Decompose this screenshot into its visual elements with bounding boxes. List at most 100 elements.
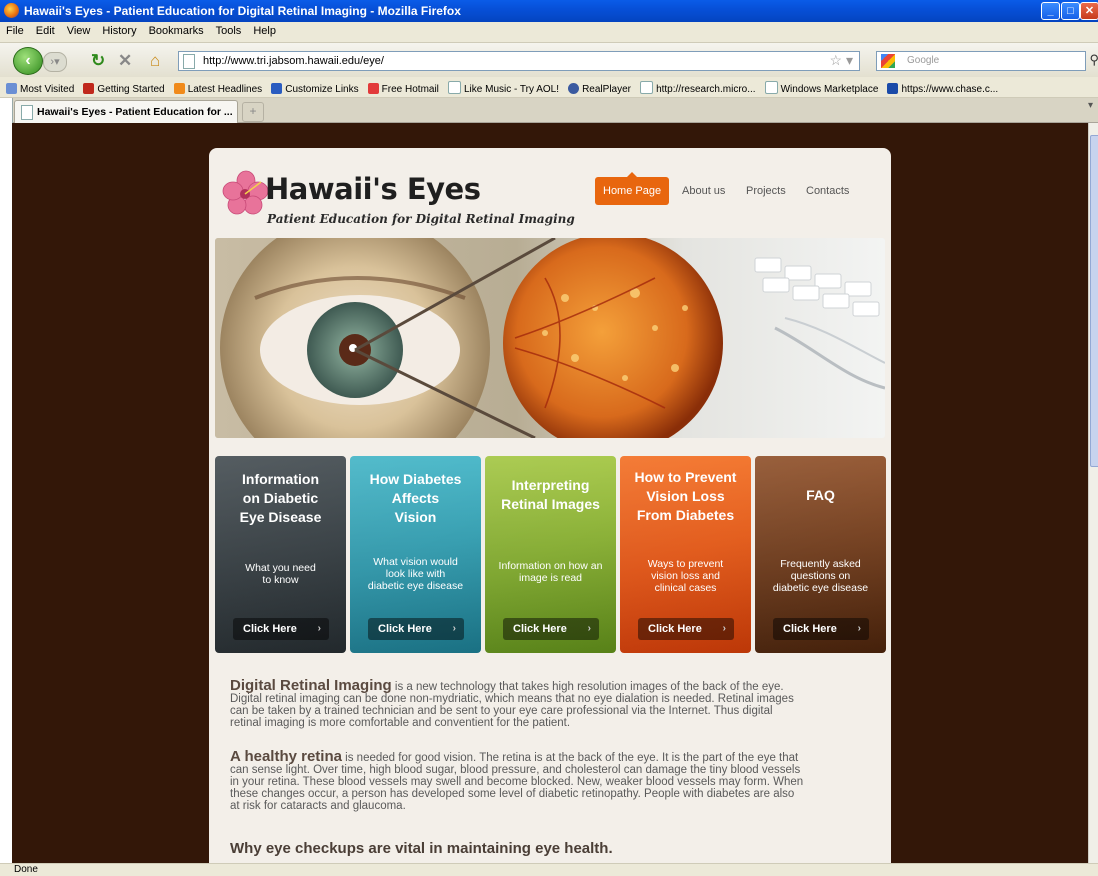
bookmark-item[interactable]: Latest Headlines: [173, 83, 262, 95]
button-label: Click Here: [378, 623, 432, 635]
card-desc-line: look like with: [385, 568, 446, 580]
bookmark-label: Getting Started: [97, 84, 165, 95]
nav-about-us[interactable]: About us: [682, 177, 725, 205]
paragraph-line: A healthy retina is needed for good visi…: [230, 749, 870, 764]
paragraph-line: at risk for cataracts and glaucoma.: [230, 800, 406, 812]
new-tab-button[interactable]: +: [242, 102, 264, 122]
card-title-line: Information: [242, 471, 319, 487]
maximize-button[interactable]: □: [1061, 2, 1080, 20]
card-title-line: Vision: [394, 509, 437, 525]
tab-list-icon[interactable]: ▾: [1088, 100, 1098, 120]
bookmark-label: http://research.micro...: [656, 84, 756, 95]
scrollbar-thumb[interactable]: [1090, 135, 1098, 467]
button-label: Click Here: [243, 623, 297, 635]
vertical-scrollbar[interactable]: [1088, 123, 1098, 863]
paragraph-line: retinal imaging is more comfortable and …: [230, 717, 571, 729]
page-icon: [183, 54, 195, 69]
bookmark-item[interactable]: Like Music - Try AOL!: [447, 81, 559, 95]
bookmark-item[interactable]: http://research.micro...: [640, 81, 756, 95]
tab-hawaiis-eyes[interactable]: Hawaii's Eyes - Patient Education for ..…: [14, 100, 238, 123]
menu-edit[interactable]: Edit: [30, 22, 61, 37]
card-desc-line: diabetic eye disease: [772, 582, 869, 594]
firefox-icon: [4, 3, 19, 18]
realplayer-icon: [568, 83, 580, 94]
reload-icon[interactable]: ↻: [91, 51, 105, 71]
search-input[interactable]: Google ⚲: [876, 51, 1098, 71]
card-title: Information on Diabetic Eye Disease: [221, 470, 340, 527]
site-container: Hawaii's Eyes Patient Education for Digi…: [209, 148, 891, 863]
menu-file[interactable]: File: [0, 22, 30, 37]
paragraph-text: is a new technology that takes high reso…: [391, 681, 784, 693]
card-interpreting-retinal-images[interactable]: Interpreting Retinal Images Information …: [485, 456, 616, 653]
status-bar: Done: [0, 863, 1098, 876]
card-title-line: Interpreting: [511, 477, 590, 493]
card-desc-line: Ways to prevent: [647, 558, 724, 570]
card-description: What you need to know: [223, 562, 338, 586]
card-faq[interactable]: FAQ Frequently asked questions on diabet…: [755, 456, 886, 653]
home-icon[interactable]: ⌂: [150, 51, 160, 71]
click-here-button[interactable]: Click Here ›: [503, 618, 599, 640]
nav-projects[interactable]: Projects: [746, 177, 786, 205]
nav-contacts[interactable]: Contacts: [806, 177, 849, 205]
card-desc-line: to know: [262, 574, 299, 586]
bookmark-item[interactable]: Windows Marketplace: [764, 81, 878, 95]
bookmark-label: Most Visited: [20, 84, 75, 95]
paragraph-digital-retinal-imaging: Digital Retinal Imaging is a new technol…: [230, 678, 870, 729]
close-window-button[interactable]: ✕: [1080, 2, 1098, 20]
rss-icon: [173, 83, 185, 94]
window-title-bar: Hawaii's Eyes - Patient Education for Di…: [0, 0, 1098, 22]
search-placeholder: Google: [907, 55, 940, 66]
card-desc-line: What you need: [245, 562, 316, 574]
page-icon: [764, 81, 778, 94]
nav-home-page[interactable]: Home Page: [595, 172, 670, 205]
button-label: Click Here: [513, 623, 567, 635]
bookmark-item[interactable]: RealPlayer: [568, 83, 631, 95]
page-icon: [21, 105, 33, 120]
url-bar[interactable]: http://www.tri.jabsom.hawaii.edu/eye/ ☆ …: [178, 51, 860, 71]
card-description: Frequently asked questions on diabetic e…: [763, 558, 878, 594]
menu-history[interactable]: History: [96, 22, 142, 37]
card-description: What vision would look like with diabeti…: [358, 556, 473, 592]
paragraph-line: in your retina. These blood vessels may …: [230, 776, 804, 788]
paragraph-line: Digital retinal imaging can be done non-…: [230, 693, 794, 705]
click-here-button[interactable]: Click Here ›: [638, 618, 734, 640]
arrow-right-icon: ›: [857, 623, 861, 634]
forward-arrow-icon[interactable]: ›▾: [43, 52, 67, 72]
menu-tools[interactable]: Tools: [210, 22, 248, 37]
click-here-button[interactable]: Click Here ›: [233, 618, 329, 640]
menu-help[interactable]: Help: [247, 22, 282, 37]
url-text: http://www.tri.jabsom.hawaii.edu/eye/: [203, 55, 384, 67]
bookmark-icon: [271, 83, 283, 94]
stop-icon[interactable]: ✕: [118, 51, 132, 71]
menu-view[interactable]: View: [61, 22, 97, 37]
card-desc-line: image is read: [518, 572, 583, 584]
page-icon: [640, 81, 654, 94]
page-viewport: Hawaii's Eyes Patient Education for Digi…: [12, 123, 1088, 863]
card-information[interactable]: Information on Diabetic Eye Disease What…: [215, 456, 346, 653]
bookmark-item[interactable]: https://www.chase.c...: [887, 83, 998, 95]
card-how-to-prevent-vision-loss[interactable]: How to Prevent Vision Loss From Diabetes…: [620, 456, 751, 653]
search-icon[interactable]: ⚲: [1089, 52, 1098, 68]
card-title: Interpreting Retinal Images: [491, 476, 610, 514]
bookmark-item[interactable]: Getting Started: [83, 83, 165, 95]
click-here-button[interactable]: Click Here ›: [368, 618, 464, 640]
google-icon[interactable]: [881, 54, 895, 68]
page-icon: [447, 81, 461, 94]
card-how-diabetes-affects-vision[interactable]: How Diabetes Affects Vision What vision …: [350, 456, 481, 653]
bookmark-item[interactable]: Free Hotmail: [367, 83, 439, 95]
menu-bar: File Edit View History Bookmarks Tools Help: [0, 22, 1098, 43]
card-title: FAQ: [761, 486, 880, 505]
bookmark-item[interactable]: Customize Links: [271, 83, 359, 95]
minimize-button[interactable]: _: [1041, 2, 1060, 20]
card-title-line: Vision Loss: [646, 488, 725, 504]
card-title-line: Affects: [391, 490, 440, 506]
menu-bookmarks[interactable]: Bookmarks: [143, 22, 210, 37]
click-here-button[interactable]: Click Here ›: [773, 618, 869, 640]
back-arrow-icon[interactable]: ‹: [13, 47, 43, 75]
arrow-right-icon: ›: [452, 623, 456, 634]
bookmark-item[interactable]: Most Visited: [6, 83, 74, 95]
paragraph-line: these changes occur, a person has develo…: [230, 788, 795, 800]
bookmark-icon: [367, 83, 379, 94]
bookmark-star-icon[interactable]: ☆ ▾: [830, 52, 853, 69]
card-title-line: FAQ: [806, 487, 835, 503]
